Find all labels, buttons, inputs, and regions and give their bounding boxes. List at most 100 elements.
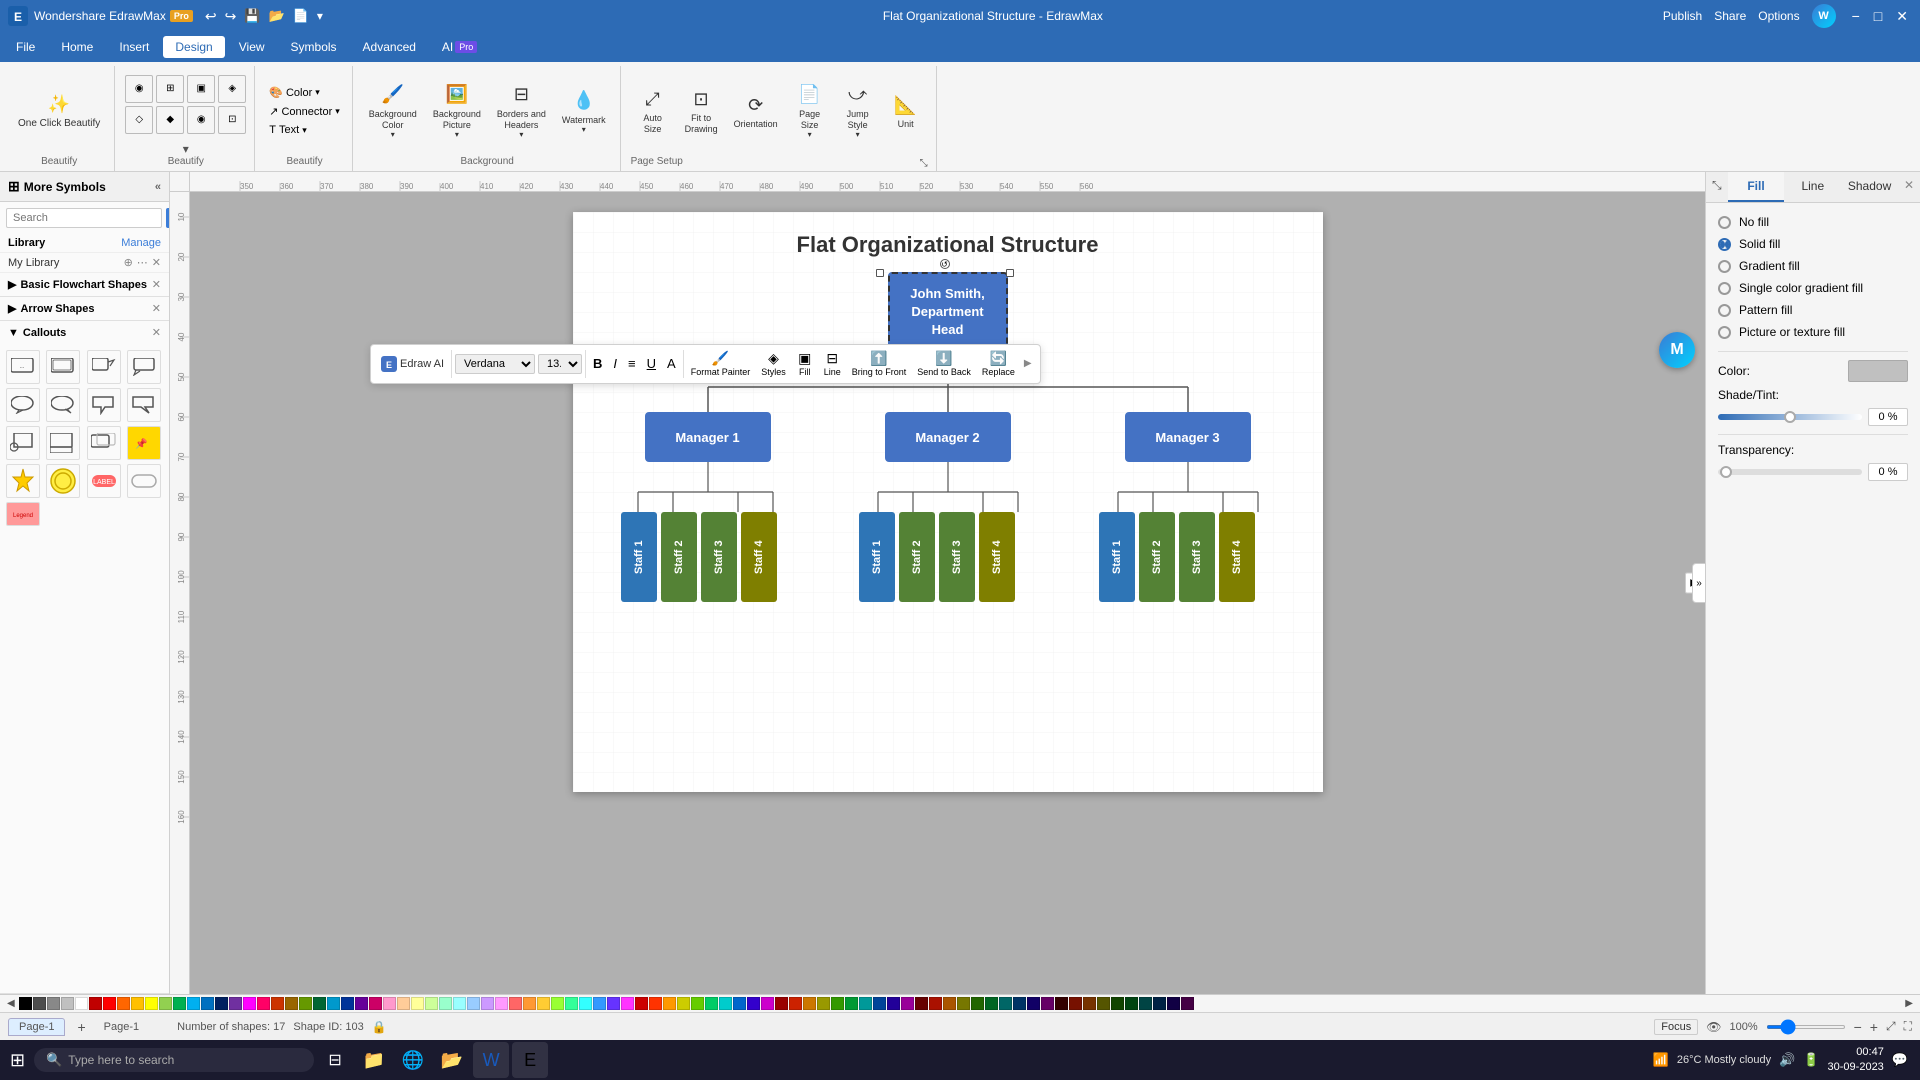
shape-item[interactable] bbox=[6, 388, 40, 422]
align-btn[interactable]: ≡ bbox=[624, 354, 640, 373]
text-color-btn[interactable]: A bbox=[663, 354, 680, 373]
panel-collapse-btn[interactable]: « bbox=[155, 181, 161, 193]
connector-dropdown[interactable]: ▾ bbox=[335, 106, 340, 117]
staff-3-1[interactable]: Staff 1 bbox=[1099, 512, 1135, 602]
staff-1-4[interactable]: Staff 4 bbox=[741, 512, 777, 602]
palette-color[interactable] bbox=[215, 997, 228, 1010]
solid-fill-option[interactable]: Solid fill bbox=[1718, 233, 1908, 255]
page-tab-1[interactable]: Page-1 bbox=[8, 1018, 65, 1036]
palette-color[interactable] bbox=[495, 997, 508, 1010]
palette-color[interactable] bbox=[355, 997, 368, 1010]
volume-icon[interactable]: 🔊 bbox=[1779, 1052, 1795, 1068]
shape-item[interactable] bbox=[46, 350, 80, 384]
palette-color[interactable] bbox=[929, 997, 942, 1010]
user-avatar[interactable]: W bbox=[1812, 4, 1836, 28]
staff-3-3[interactable]: Staff 3 bbox=[1179, 512, 1215, 602]
palette-color[interactable] bbox=[817, 997, 830, 1010]
sys-time[interactable]: 00:47 30-09-2023 bbox=[1828, 1045, 1884, 1076]
manager-1-node[interactable]: Manager 1 bbox=[645, 412, 771, 462]
right-panel-collapse[interactable]: » bbox=[1692, 563, 1706, 603]
palette-color[interactable] bbox=[1125, 997, 1138, 1010]
shade-pct-input[interactable] bbox=[1868, 408, 1908, 426]
auto-size-btn[interactable]: ⤢ AutoSize bbox=[631, 83, 675, 139]
background-color-btn[interactable]: 🖌️ BackgroundColor ▾ bbox=[363, 79, 423, 144]
shape-item[interactable] bbox=[87, 426, 121, 460]
section-close[interactable]: ✕ bbox=[152, 278, 161, 291]
bold-btn[interactable]: B bbox=[589, 354, 606, 373]
palette-color[interactable] bbox=[439, 997, 452, 1010]
staff-1-2[interactable]: Staff 2 bbox=[661, 512, 697, 602]
palette-color[interactable] bbox=[649, 997, 662, 1010]
staff-1-1[interactable]: Staff 1 bbox=[621, 512, 657, 602]
canvas-viewport[interactable]: Flat Organizational Structure bbox=[190, 192, 1705, 994]
palette-color[interactable] bbox=[1167, 997, 1180, 1010]
beautify-style-7[interactable]: ◉ bbox=[187, 106, 215, 134]
palette-color[interactable] bbox=[411, 997, 424, 1010]
palette-color[interactable] bbox=[691, 997, 704, 1010]
new-btn[interactable]: 📄 bbox=[293, 8, 309, 24]
palette-color[interactable] bbox=[313, 997, 326, 1010]
no-fill-option[interactable]: No fill bbox=[1718, 211, 1908, 233]
palette-color[interactable] bbox=[173, 997, 186, 1010]
staff-3-2[interactable]: Staff 2 bbox=[1139, 512, 1175, 602]
palette-color[interactable] bbox=[369, 997, 382, 1010]
palette-color[interactable] bbox=[383, 997, 396, 1010]
arrow-section-close[interactable]: ✕ bbox=[152, 302, 161, 315]
shape-item[interactable] bbox=[46, 464, 80, 498]
callouts-header[interactable]: ▼ Callouts ✕ bbox=[0, 321, 169, 344]
edrawmax-btn[interactable]: E bbox=[512, 1042, 548, 1078]
palette-color[interactable] bbox=[803, 997, 816, 1010]
close-btn[interactable]: ✕ bbox=[1892, 8, 1912, 25]
beautify-style-1[interactable]: ◉ bbox=[125, 75, 153, 103]
palette-color[interactable] bbox=[1083, 997, 1096, 1010]
staff-2-2[interactable]: Staff 2 bbox=[899, 512, 935, 602]
palette-color[interactable] bbox=[453, 997, 466, 1010]
explorer-btn[interactable]: 📁 bbox=[356, 1042, 392, 1078]
palette-color[interactable] bbox=[957, 997, 970, 1010]
one-click-beautify-btn[interactable]: ✨ One Click Beautify bbox=[12, 88, 106, 134]
unit-btn[interactable]: 📐 Unit bbox=[884, 89, 928, 133]
palette-color[interactable] bbox=[1055, 997, 1068, 1010]
save-btn[interactable]: 💾 bbox=[244, 8, 260, 24]
palette-color[interactable] bbox=[705, 997, 718, 1010]
palette-color[interactable] bbox=[971, 997, 984, 1010]
shape-item[interactable] bbox=[127, 388, 161, 422]
fill-btn[interactable]: ▣ Fill bbox=[793, 348, 817, 379]
focus-btn[interactable]: Focus bbox=[1654, 1019, 1698, 1035]
palette-color[interactable] bbox=[271, 997, 284, 1010]
manager-3-node[interactable]: Manager 3 bbox=[1125, 412, 1251, 462]
options-btn[interactable]: Options bbox=[1758, 9, 1799, 23]
palette-color[interactable] bbox=[887, 997, 900, 1010]
maximize-btn[interactable]: □ bbox=[1870, 8, 1886, 25]
menu-item-insert[interactable]: Insert bbox=[107, 36, 161, 58]
color-dropdown[interactable]: ▾ bbox=[315, 87, 320, 98]
connector-btn[interactable]: ↗ Connector ▾ bbox=[265, 103, 344, 120]
palette-color[interactable] bbox=[719, 997, 732, 1010]
transparency-pct-input[interactable] bbox=[1868, 463, 1908, 481]
color-swatch[interactable] bbox=[1848, 360, 1908, 382]
palette-color[interactable] bbox=[593, 997, 606, 1010]
palette-color[interactable] bbox=[607, 997, 620, 1010]
notifications-btn[interactable]: 💬 bbox=[1892, 1052, 1908, 1068]
manager-2-node[interactable]: Manager 2 bbox=[885, 412, 1011, 462]
shape-item[interactable]: 📌 bbox=[127, 426, 161, 460]
palette-color[interactable] bbox=[985, 997, 998, 1010]
open-btn[interactable]: 📂 bbox=[269, 8, 285, 24]
palette-color[interactable] bbox=[663, 997, 676, 1010]
menu-item-home[interactable]: Home bbox=[49, 36, 105, 58]
menu-item-symbols[interactable]: Symbols bbox=[279, 36, 349, 58]
palette-color[interactable] bbox=[33, 997, 46, 1010]
edge-btn[interactable]: 🌐 bbox=[395, 1042, 431, 1078]
format-painter-btn[interactable]: 🖌️ Format Painter bbox=[687, 348, 755, 380]
shape-item[interactable] bbox=[87, 350, 121, 384]
shade-slider[interactable] bbox=[1718, 414, 1862, 420]
palette-color[interactable] bbox=[1153, 997, 1166, 1010]
borders-headers-btn[interactable]: ⊟ Borders andHeaders ▾ bbox=[491, 79, 552, 144]
menu-item-file[interactable]: File bbox=[4, 36, 47, 58]
publish-btn[interactable]: Publish bbox=[1663, 9, 1702, 23]
palette-color[interactable] bbox=[509, 997, 522, 1010]
minimize-btn[interactable]: − bbox=[1848, 8, 1864, 25]
beautify-style-6[interactable]: ◆ bbox=[156, 106, 184, 134]
page-size-btn[interactable]: 📄 PageSize ▾ bbox=[788, 79, 832, 144]
palette-color[interactable] bbox=[327, 997, 340, 1010]
